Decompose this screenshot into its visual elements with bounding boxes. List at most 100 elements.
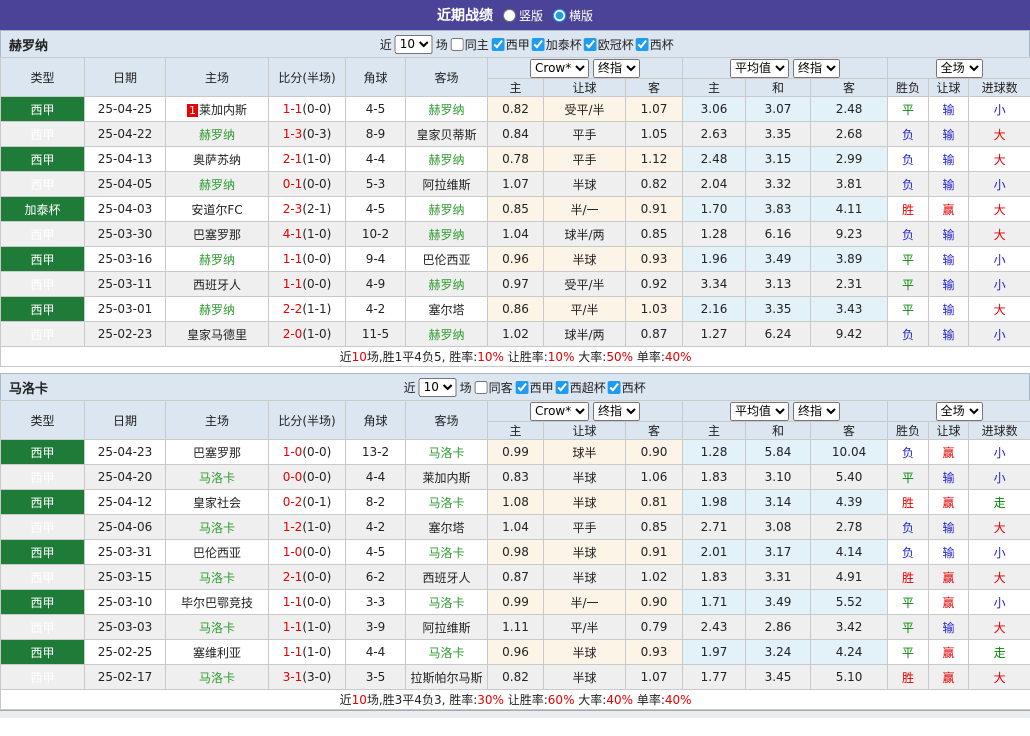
avg-home-cell: 2.04 xyxy=(682,171,747,197)
away-team-name: 赫罗纳 xyxy=(428,202,465,217)
avg-home-cell: 1.77 xyxy=(682,664,747,690)
handicap-result-cell: 输 xyxy=(928,321,970,347)
corners-cell: 4-5 xyxy=(345,539,406,565)
away-team-name: 巴伦西亚 xyxy=(422,252,471,267)
summary-row: 近10场,胜1平4负5, 胜率:10% 让胜率:10% 大率:50% 单率:40… xyxy=(0,346,1030,367)
avg-away-cell: 4.14 xyxy=(810,539,889,565)
league-filter[interactable]: 欧冠杯 xyxy=(583,36,634,53)
same-venue-checkbox[interactable] xyxy=(474,380,488,394)
layout-option-horizontal[interactable]: 横版 xyxy=(553,7,593,24)
final-odds-select[interactable]: 终指 xyxy=(593,401,641,421)
avg-draw-cell: 6.24 xyxy=(745,321,812,347)
col-goals: 进球数 xyxy=(968,78,1030,97)
away-cell: 塞尔塔 xyxy=(405,296,488,322)
full-time-score: 1-2 xyxy=(282,520,303,534)
avg-draw-cell: 3.14 xyxy=(745,489,812,515)
goals-cell: 小 xyxy=(968,321,1030,347)
match-row: 西甲 25-04-20 马洛卡 0-0(0-0) 4-4 莱加内斯 0.83 半球 1.06 1.… xyxy=(0,464,1030,490)
home-team-name: 皇家马德里 xyxy=(186,327,247,342)
handicap-result-cell: 输 xyxy=(928,146,970,172)
avg-final-select[interactable]: 终指 xyxy=(793,401,841,421)
home-team-name: 马洛卡 xyxy=(198,520,235,535)
league-checkbox[interactable] xyxy=(531,37,545,51)
handicap-result-cell: 输 xyxy=(928,246,970,272)
result-cell: 平 xyxy=(887,614,930,640)
avg-home-cell: 2.01 xyxy=(682,539,747,565)
average-select[interactable]: 平均值 xyxy=(730,58,790,78)
match-row: 西甲 25-02-17 马洛卡 3-1(3-0) 3-5 拉斯帕尔马斯 0.82 半球 1.07… xyxy=(0,664,1030,690)
match-row: 西甲 25-03-03 马洛卡 1-1(1-0) 3-9 阿拉维斯 1.11 平/半 0.79 2… xyxy=(0,614,1030,640)
layout-option-vertical[interactable]: 竖版 xyxy=(502,7,543,24)
league-filter[interactable]: 加泰杯 xyxy=(531,36,582,53)
full-time-score: 1-1 xyxy=(282,595,303,609)
same-venue-checkbox[interactable] xyxy=(450,37,464,51)
league-filter[interactable]: 西甲 xyxy=(515,379,554,396)
final-odds-select[interactable]: 终指 xyxy=(593,58,641,78)
league-cell: 西甲 xyxy=(0,514,85,540)
col-type: 类型 xyxy=(0,57,85,97)
horizontal-radio[interactable] xyxy=(553,8,566,22)
away-cell: 赫罗纳 xyxy=(405,221,488,247)
odds-home-cell: 0.99 xyxy=(487,589,544,615)
date-cell: 25-02-25 xyxy=(84,639,166,665)
summary-part: 单率: xyxy=(633,350,665,364)
date-cell: 25-02-23 xyxy=(84,321,166,347)
league-checkbox[interactable] xyxy=(555,380,569,394)
full-time-score: 1-1 xyxy=(282,277,303,291)
match-row: 西甲 25-03-31 巴伦西亚 1-0(0-0) 4-5 马洛卡 0.98 半球 0.91 2.… xyxy=(0,539,1030,565)
league-checkbox[interactable] xyxy=(491,37,505,51)
league-checkbox[interactable] xyxy=(515,380,529,394)
handicap-result-cell: 输 xyxy=(928,271,970,297)
crow-select[interactable]: Crow* xyxy=(530,401,590,421)
score-cell: 1-0(0-0) xyxy=(268,439,346,465)
home-cell: 西班牙人 xyxy=(165,271,269,297)
home-cell: 赫罗纳 xyxy=(165,246,269,272)
crow-select[interactable]: Crow* xyxy=(530,58,590,78)
handicap-result-cell: 输 xyxy=(928,121,970,147)
goals-cell: 走 xyxy=(968,489,1030,515)
league-filter[interactable]: 西超杯 xyxy=(555,379,606,396)
league-checkbox[interactable] xyxy=(583,37,597,51)
team-band: 马洛卡 近 10 场 同客 西甲 西超杯 西杯 xyxy=(0,373,1030,400)
away-team-name: 马洛卡 xyxy=(428,445,465,460)
home-cell: 赫罗纳 xyxy=(165,296,269,322)
date-cell: 25-04-23 xyxy=(84,439,166,465)
away-team-name: 皇家贝蒂斯 xyxy=(416,127,477,142)
full-time-score: 1-0 xyxy=(282,445,303,459)
league-cell: 西甲 xyxy=(0,271,85,297)
page-title: 近期战绩 xyxy=(436,8,493,24)
average-select[interactable]: 平均值 xyxy=(730,401,790,421)
away-team-name: 西班牙人 xyxy=(422,570,471,585)
results-table: 类型 日期 主场 比分(半场) 角球 客场 Crow* 终指 平均值 终指 全场… xyxy=(0,57,1030,367)
scope-select[interactable]: 全场 xyxy=(935,58,983,78)
score-cell: 3-1(3-0) xyxy=(268,664,346,690)
full-time-score: 0-2 xyxy=(282,495,303,509)
match-count-select[interactable]: 10 xyxy=(394,34,433,54)
odds-home-cell: 1.04 xyxy=(487,514,544,540)
col-goals: 进球数 xyxy=(968,421,1030,440)
league-checkbox[interactable] xyxy=(635,37,649,51)
same-venue-filter[interactable]: 同主 xyxy=(450,36,489,53)
league-filter[interactable]: 西甲 xyxy=(491,36,530,53)
home-cell: 巴塞罗那 xyxy=(165,221,269,247)
avg-draw-cell: 3.31 xyxy=(745,564,812,590)
away-cell: 赫罗纳 xyxy=(405,146,488,172)
away-cell: 赫罗纳 xyxy=(405,321,488,347)
same-venue-filter[interactable]: 同客 xyxy=(474,379,513,396)
match-count-select[interactable]: 10 xyxy=(418,377,457,397)
league-filter[interactable]: 西杯 xyxy=(607,379,646,396)
scope-select[interactable]: 全场 xyxy=(935,401,983,421)
avg-draw-cell: 3.10 xyxy=(745,464,812,490)
league-label: 西甲 xyxy=(505,37,530,52)
half-time-score: (0-0) xyxy=(302,545,332,559)
avg-final-select[interactable]: 终指 xyxy=(793,58,841,78)
full-time-score: 4-1 xyxy=(282,227,303,241)
avg-away-cell: 5.52 xyxy=(810,589,889,615)
league-cell: 西甲 xyxy=(0,464,85,490)
full-time-score: 0-0 xyxy=(282,470,303,484)
home-cell: 塞维利亚 xyxy=(165,639,269,665)
league-filter[interactable]: 西杯 xyxy=(635,36,674,53)
handicap-cell: 平手 xyxy=(543,146,626,172)
league-checkbox[interactable] xyxy=(607,380,621,394)
vertical-radio[interactable] xyxy=(502,8,516,22)
